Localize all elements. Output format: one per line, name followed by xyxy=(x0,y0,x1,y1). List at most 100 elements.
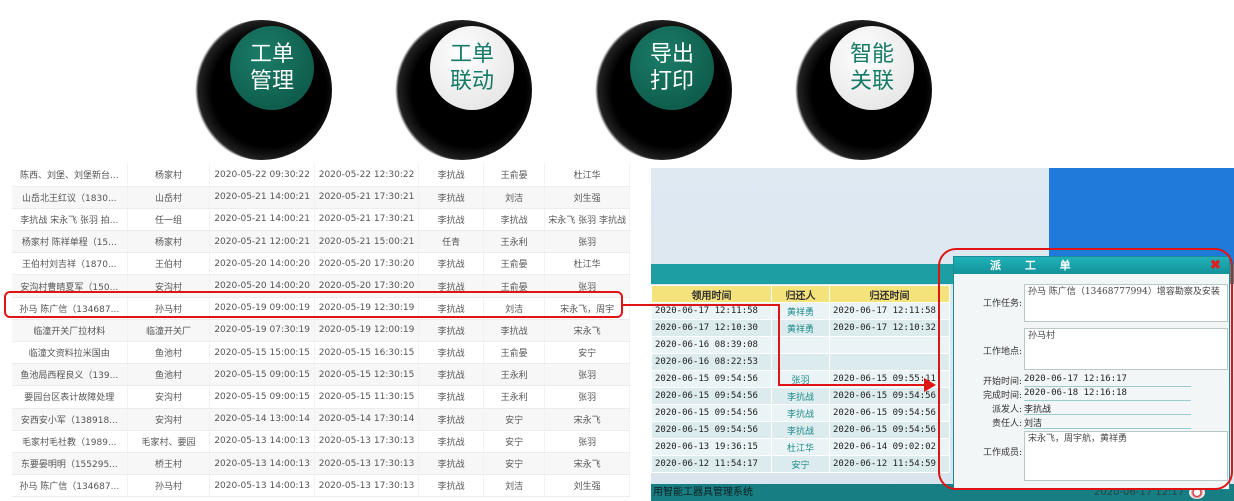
table-row[interactable]: 毛家村毛社教（1989... 毛家村、要园 2020-05-13 14:00:13 2… xyxy=(12,430,630,453)
table-row[interactable]: 2020-06-15 09:54:56 李抗战 2020-06-15 09:54:5… xyxy=(651,387,950,405)
table-row[interactable]: 陈西、刘堡、刘堡新台... 杨家村 2020-05-22 09:30:22 2020-… xyxy=(12,164,630,187)
table-cell: 临潼开关厂拉材料 xyxy=(12,319,128,343)
table-cell: 李抗战 xyxy=(418,430,485,453)
showcase-canvas: 工单 管理 工单 联动 导出 打印 智能 关联 陈西、刘堡、刘堡新台... 杨家村… xyxy=(0,0,1234,501)
table-cell: 2020-05-20 17:30:20 xyxy=(314,252,420,276)
table-row[interactable]: 杨家村 陈祥单程（15... 杨家村 2020-05-21 12:00:21 2020… xyxy=(12,230,630,254)
table-cell: 2020-05-22 12:30:22 xyxy=(314,164,420,187)
time-cell: 2020-06-16 08:22:53 xyxy=(651,353,772,371)
column-header-borrow-time[interactable]: 领用时间 xyxy=(651,285,772,303)
table-row[interactable]: 临潼文资料拉米国由 鱼池村 2020-05-15 15:00:15 2020-05-1… xyxy=(12,341,630,365)
table-cell: 安西安小军（138918... xyxy=(12,408,128,431)
table-cell: 安宁 xyxy=(483,452,546,476)
feature-disc: 智能 关联 xyxy=(830,26,914,110)
table-row[interactable]: 要园台区表计故障处理 安沟村 2020-05-15 09:00:15 2020-05-… xyxy=(12,385,630,409)
table-cell: 任一组 xyxy=(127,208,211,232)
time-cell: 2020-06-15 09:54:56 xyxy=(651,404,772,422)
returner-cell: 黄祥勇 xyxy=(771,319,830,337)
table-cell: 2020-05-13 14:00:13 xyxy=(209,474,315,498)
table-row[interactable]: 王伯村刘吉祥（1870... 王伯村 2020-05-20 14:00:20 2020… xyxy=(12,252,630,276)
table-row[interactable]: 2020-06-16 08:22:53 xyxy=(651,353,950,371)
table-cell: 2020-05-21 14:00:21 xyxy=(209,208,315,232)
table-cell: 宋永飞 xyxy=(544,408,630,431)
returner-cell: 李抗战 xyxy=(771,387,830,405)
work-order-table: 陈西、刘堡、刘堡新台... 杨家村 2020-05-22 09:30:22 2020-… xyxy=(12,164,630,498)
table-row[interactable]: 2020-06-16 08:39:08 xyxy=(651,336,950,354)
table-cell: 李抗战 xyxy=(418,208,485,232)
table-cell: 安宁 xyxy=(544,341,630,365)
table-cell: 安宁 xyxy=(483,408,546,431)
column-header-returner[interactable]: 归还人 xyxy=(771,285,830,303)
table-cell: 李抗战 xyxy=(418,452,485,476)
time-cell: 2020-06-16 08:39:08 xyxy=(651,336,772,354)
table-cell: 毛家村、要园 xyxy=(127,430,211,453)
table-cell: 2020-05-19 07:30:19 xyxy=(209,319,315,343)
time-cell: 2020-06-13 19:36:15 xyxy=(651,438,772,456)
table-cell: 杨家村 陈祥单程（15... xyxy=(12,230,128,254)
table-cell: 李抗战 xyxy=(418,341,485,365)
table-cell: 安宁 xyxy=(483,430,546,453)
selected-row-highlight xyxy=(4,291,623,318)
table-cell: 2020-05-21 12:00:21 xyxy=(209,230,315,254)
table-row[interactable]: 山岳北王红议（1830... 山岳村 2020-05-21 14:00:21 2020… xyxy=(12,186,630,209)
table-cell: 李抗战 xyxy=(483,319,546,343)
feature-export-print[interactable]: 导出 打印 xyxy=(592,20,732,160)
table-cell: 杜江华 xyxy=(544,164,630,187)
table-cell: 杨家村 xyxy=(127,164,211,187)
table-cell: 张羽 xyxy=(544,230,630,254)
table-cell: 毛家村毛社教（1989... xyxy=(12,430,128,453)
table-row[interactable]: 李抗战 宋永飞 张羽 拍... 任一组 2020-05-21 14:00:21 202… xyxy=(12,208,630,232)
table-cell: 杨家村 xyxy=(127,230,211,254)
table-cell: 桥王村 xyxy=(127,452,211,476)
table-cell: 2020-05-21 17:30:21 xyxy=(314,208,420,232)
table-row[interactable]: 2020-06-15 09:54:56 李抗战 2020-06-15 09:54:5… xyxy=(651,404,950,422)
table-row[interactable]: 2020-06-13 19:36:15 杜江华 2020-06-14 09:02:0… xyxy=(651,438,950,456)
time-cell: 2020-06-15 09:54:56 xyxy=(829,404,950,422)
table-cell: 李抗战 xyxy=(418,319,485,343)
table-cell: 2020-05-15 12:30:15 xyxy=(314,363,420,387)
table-cell: 鱼池村 xyxy=(127,341,211,365)
table-cell: 2020-05-15 09:00:15 xyxy=(209,385,315,409)
column-header-return-time[interactable]: 归还时间 xyxy=(829,285,950,303)
table-cell: 王伯村刘吉祥（1870... xyxy=(12,252,128,276)
time-cell: 2020-06-14 09:02:02 xyxy=(829,438,950,456)
table-cell: 2020-05-15 09:00:15 xyxy=(209,363,315,387)
feature-work-order-management[interactable]: 工单 管理 xyxy=(192,20,332,160)
table-row[interactable]: 2020-06-17 12:10:30 黄祥勇 2020-06-17 12:10:3… xyxy=(651,319,950,337)
table-cell: 宋永飞 张羽 李抗战 xyxy=(544,208,630,232)
feature-smart-association[interactable]: 智能 关联 xyxy=(792,20,932,160)
table-cell: 鱼池村 xyxy=(127,363,211,387)
connector-line xyxy=(623,304,780,306)
table-cell: 李抗战 xyxy=(483,208,546,232)
feature-work-order-linkage[interactable]: 工单 联动 xyxy=(392,20,532,160)
time-cell: 2020-06-17 12:11:58 xyxy=(829,302,950,320)
table-row[interactable]: 东要晏明明（155295... 桥王村 2020-05-13 14:00:13 202… xyxy=(12,452,630,476)
table-row[interactable]: 鱼池局西程良义（139... 鱼池村 2020-05-15 09:00:15 2020… xyxy=(12,363,630,387)
table-cell: 任青 xyxy=(418,230,485,254)
feature-disc: 工单 管理 xyxy=(230,26,314,110)
table-row[interactable]: 2020-06-12 11:54:17 安宁 2020-06-12 11:54:59 xyxy=(651,455,950,473)
time-cell: 2020-06-12 11:54:17 xyxy=(651,455,772,473)
table-cell: 刘生强 xyxy=(544,474,630,498)
time-cell: 2020-06-15 09:54:56 xyxy=(651,421,772,439)
feature-disc: 导出 打印 xyxy=(630,26,714,110)
returner-cell: 李抗战 xyxy=(771,421,830,439)
time-cell: 2020-06-15 09:54:56 xyxy=(829,421,950,439)
table-cell: 临潼开关厂 xyxy=(127,319,211,343)
table-row[interactable]: 临潼开关厂拉材料 临潼开关厂 2020-05-19 07:30:19 2020-05-… xyxy=(12,319,630,343)
table-row[interactable]: 孙马 陈广信（134687... 孙马村 2020-05-13 14:00:13 20… xyxy=(12,474,630,498)
table-row[interactable]: 安西安小军（138918... 安沟村 2020-05-14 13:00:14 202… xyxy=(12,408,630,431)
table-cell: 王俞晏 xyxy=(483,164,546,187)
table-cell: 2020-05-13 17:30:13 xyxy=(314,452,420,476)
table-cell: 杜江华 xyxy=(544,252,630,276)
table-cell: 刘生强 xyxy=(544,186,630,209)
returner-cell: 杜江华 xyxy=(771,438,830,456)
table-cell: 2020-05-15 15:00:15 xyxy=(209,341,315,365)
dialog-highlight xyxy=(938,248,1233,490)
table-cell: 2020-05-13 14:00:13 xyxy=(209,430,315,453)
connector-line xyxy=(778,384,926,386)
table-row[interactable]: 2020-06-15 09:54:56 李抗战 2020-06-15 09:54:5… xyxy=(651,421,950,439)
table-cell: 2020-05-15 11:30:15 xyxy=(314,385,420,409)
table-cell: 2020-05-15 16:30:15 xyxy=(314,341,420,365)
table-cell: 孙马村 xyxy=(127,474,211,498)
